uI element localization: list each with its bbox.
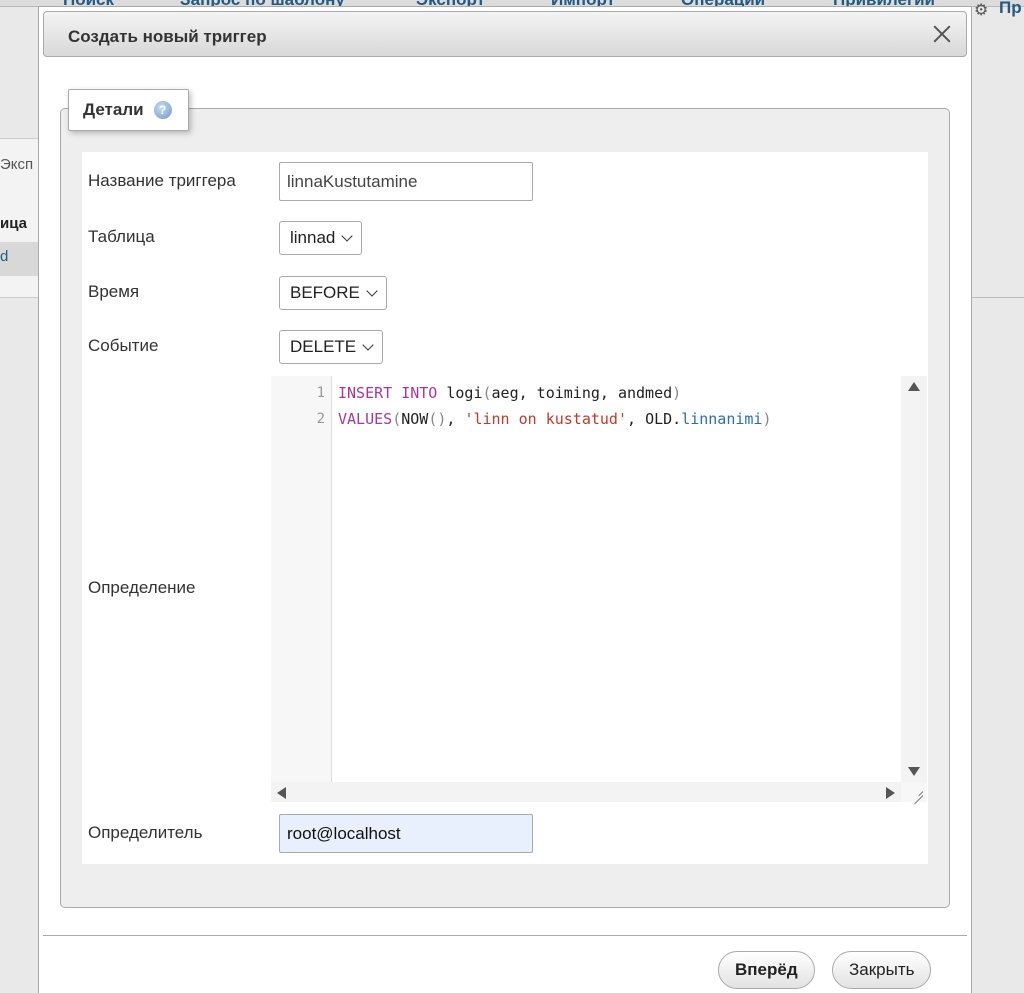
trigger-name-input[interactable] [279,162,533,201]
scroll-up-icon[interactable] [908,382,920,391]
chevron-down-icon [341,229,354,242]
close-button[interactable]: Закрыть [832,951,932,989]
footer-divider [43,935,967,936]
go-button[interactable]: Вперёд [718,951,815,989]
details-legend: Детали ? [68,89,189,131]
time-select[interactable]: BEFORE [279,276,387,310]
background-divider [970,297,1024,298]
background-left-link[interactable]: d [0,248,8,265]
scroll-right-icon[interactable] [886,787,895,799]
table-select-value: linnad [290,228,336,247]
editor-vertical-scrollbar[interactable] [901,376,927,782]
help-icon[interactable]: ? [153,101,172,119]
trigger-form: Название триггера Таблица linnad Время B… [82,152,928,864]
time-select-value: BEFORE [290,283,360,302]
close-icon[interactable] [928,20,956,48]
editor-gutter: 1 2 [271,376,332,782]
dialog-title: Создать новый триггер [68,27,267,46]
scroll-down-icon[interactable] [908,767,920,776]
chevron-down-icon [362,338,374,351]
table-select[interactable]: linnad [279,221,363,255]
background-tab-right[interactable]: Пр [999,0,1022,18]
scroll-left-icon[interactable] [277,787,286,799]
background-routines-icon: ⚙ [974,2,989,19]
event-label: Событие [88,336,159,355]
definition-label: Определение [88,578,196,597]
line-number: 1 [316,385,325,401]
definer-label: Определитель [88,823,203,842]
background-left-label: Эксп [0,156,34,173]
line-number: 2 [316,411,325,427]
event-select-value: DELETE [290,337,357,356]
chevron-down-icon [366,284,378,297]
code-line-1: INSERT INTO logi(aeg, toiming, andmed) [338,384,682,402]
event-select[interactable]: DELETE [279,330,384,364]
editor-code-area[interactable]: INSERT INTO logi(aeg, toiming, andmed) V… [332,376,901,782]
details-legend-label: Детали [83,100,144,119]
table-label: Таблица [88,227,155,246]
background-left-header: ица [0,215,27,232]
time-label: Время [88,282,140,301]
create-trigger-dialog: Создать новый триггер Детали ? Название … [38,6,972,993]
definition-code-editor[interactable]: 1 2 INSERT INTO logi(aeg, toiming, andme… [271,376,927,802]
dialog-titlebar[interactable]: Создать новый триггер [43,11,967,57]
definer-input[interactable] [279,814,533,853]
editor-horizontal-scrollbar[interactable] [271,782,901,802]
resize-grip-icon[interactable] [911,786,923,798]
code-line-2: VALUES(NOW(), 'linn on kustatud', OLD.li… [338,410,772,428]
trigger-name-label: Название триггера [88,171,236,190]
